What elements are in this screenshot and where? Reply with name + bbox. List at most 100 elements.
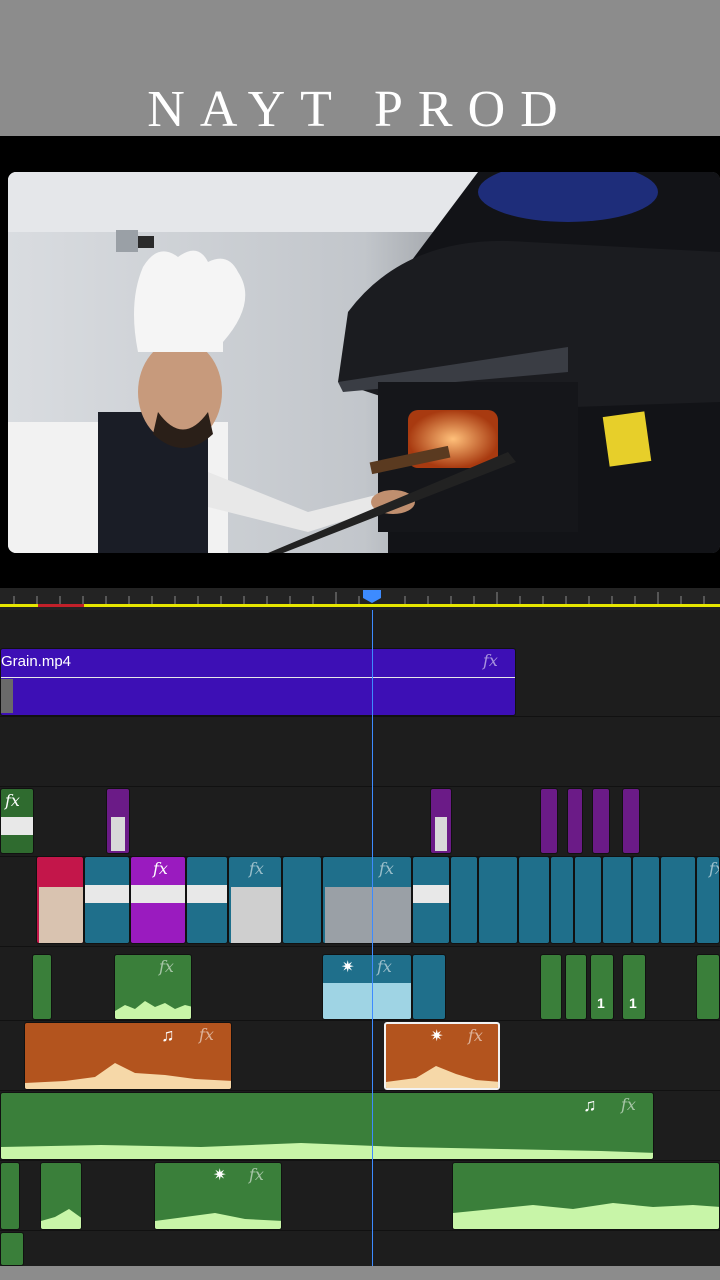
playhead-line <box>372 610 373 1266</box>
audio-waveform <box>323 983 411 1019</box>
track-divider <box>0 1020 720 1021</box>
clip-video[interactable] <box>574 856 602 944</box>
marker-thumb <box>435 817 447 851</box>
track-divider <box>0 946 720 947</box>
clip-music-long[interactable]: ♫ fx <box>0 1092 654 1160</box>
fx-badge: fx <box>249 1165 264 1184</box>
fx-badge: fx <box>199 1025 214 1044</box>
clip-grain-overlay[interactable]: Grain.mp4 fx <box>0 648 516 716</box>
clip-thumb <box>85 885 129 903</box>
fx-badge: fx <box>249 859 264 878</box>
marker-number: 1 <box>629 995 637 1011</box>
brand-title: NAYT PROD <box>147 81 573 138</box>
clip-video[interactable] <box>84 856 130 944</box>
clip-thumb <box>131 885 185 903</box>
clip-audio[interactable] <box>0 1232 24 1266</box>
clip-audio-linked[interactable]: ✷ fx <box>322 954 412 1020</box>
clip-audio[interactable] <box>540 954 562 1020</box>
clip-video[interactable] <box>660 856 696 944</box>
clip-audio[interactable] <box>0 1162 20 1230</box>
fx-badge: fx <box>377 957 392 976</box>
timeline-tracks: Grain.mp4 fx fx fx fx fx f fx ✷ fx 1 1 ♫… <box>0 610 720 1266</box>
clip-thumb <box>413 885 449 903</box>
clip-audio[interactable] <box>696 954 720 1020</box>
audio-waveform <box>1 1143 653 1159</box>
clip-music[interactable]: ♫ fx <box>24 1022 232 1090</box>
time-ruler[interactable] <box>0 588 720 610</box>
ruler-ticks <box>0 590 720 607</box>
clip-music-selected[interactable]: ✷ fx <box>384 1022 500 1090</box>
clip-video[interactable]: fx <box>228 856 282 944</box>
clip-video[interactable] <box>412 856 450 944</box>
fx-badge: fx <box>379 859 394 878</box>
effect-star-icon: ✷ <box>430 1028 444 1045</box>
music-note-icon: ♫ <box>583 1095 597 1115</box>
clip-audio[interactable] <box>565 954 587 1020</box>
render-bar-red <box>38 604 84 607</box>
marker-thumb <box>111 817 125 851</box>
clip-audio[interactable]: ✷ fx <box>154 1162 282 1230</box>
audio-waveform <box>115 1001 191 1019</box>
fx-badge: fx <box>159 957 174 976</box>
music-note-icon: ♫ <box>161 1025 175 1045</box>
clip-thumb <box>187 885 227 903</box>
clip-video[interactable] <box>632 856 660 944</box>
clip-video-red[interactable] <box>36 856 84 944</box>
fx-badge: fx <box>621 1095 636 1114</box>
fx-badge: fx <box>468 1026 483 1045</box>
audio-waveform <box>453 1203 719 1229</box>
clip-audio-linked[interactable] <box>412 954 446 1020</box>
clip-audio[interactable] <box>32 954 52 1020</box>
audio-waveform <box>155 1213 281 1229</box>
clip-trim-handle[interactable] <box>1 679 13 713</box>
clip-video[interactable] <box>602 856 632 944</box>
clip-video[interactable] <box>282 856 322 944</box>
clip-video[interactable] <box>478 856 518 944</box>
clip-adjustment-small[interactable]: fx <box>0 788 34 854</box>
clip-video-at-playhead[interactable]: fx <box>322 856 412 944</box>
track-divider <box>0 1160 720 1161</box>
clip-thumb <box>1 817 33 835</box>
clip-transition-marker[interactable] <box>622 788 640 854</box>
track-divider <box>0 1230 720 1231</box>
audio-waveform <box>386 1066 498 1088</box>
playhead-handle[interactable] <box>363 590 381 603</box>
clip-transition-marker[interactable] <box>106 788 130 854</box>
work-area-bar[interactable] <box>0 604 720 607</box>
track-divider <box>0 786 720 787</box>
fx-badge: fx <box>483 651 498 670</box>
clip-transition-marker[interactable] <box>592 788 610 854</box>
bottom-border <box>0 1266 720 1280</box>
clip-video[interactable] <box>518 856 550 944</box>
opacity-line <box>1 677 515 678</box>
preview-frame-image <box>8 172 720 553</box>
clip-audio[interactable]: 1 <box>622 954 646 1020</box>
fx-badge: fx <box>709 859 719 878</box>
clip-thumb <box>231 887 281 943</box>
clip-audio[interactable] <box>452 1162 720 1230</box>
clip-video[interactable] <box>186 856 228 944</box>
clip-transition-marker[interactable] <box>430 788 452 854</box>
clip-audio[interactable]: 1 <box>590 954 614 1020</box>
clip-video[interactable] <box>550 856 574 944</box>
marker-number: 1 <box>597 995 605 1011</box>
clip-transition-marker[interactable] <box>567 788 583 854</box>
clip-audio[interactable]: fx <box>114 954 192 1020</box>
clip-thumb <box>39 887 83 943</box>
audio-waveform <box>41 1209 81 1229</box>
fx-badge: fx <box>5 791 20 810</box>
clip-video-selected[interactable]: fx <box>130 856 186 944</box>
clip-transition-marker[interactable] <box>540 788 558 854</box>
effect-star-icon: ✷ <box>213 1167 227 1184</box>
clip-video[interactable]: fx <box>696 856 720 944</box>
effect-star-icon: ✷ <box>341 959 355 976</box>
clip-video[interactable] <box>450 856 478 944</box>
clip-audio[interactable] <box>40 1162 82 1230</box>
audio-waveform <box>25 1063 231 1089</box>
track-divider <box>0 1090 720 1091</box>
clip-thumb <box>325 887 411 943</box>
track-divider <box>0 716 720 717</box>
fx-badge: fx <box>153 859 168 878</box>
video-preview[interactable] <box>8 172 720 553</box>
clip-name-label: Grain.mp4 <box>1 653 72 670</box>
